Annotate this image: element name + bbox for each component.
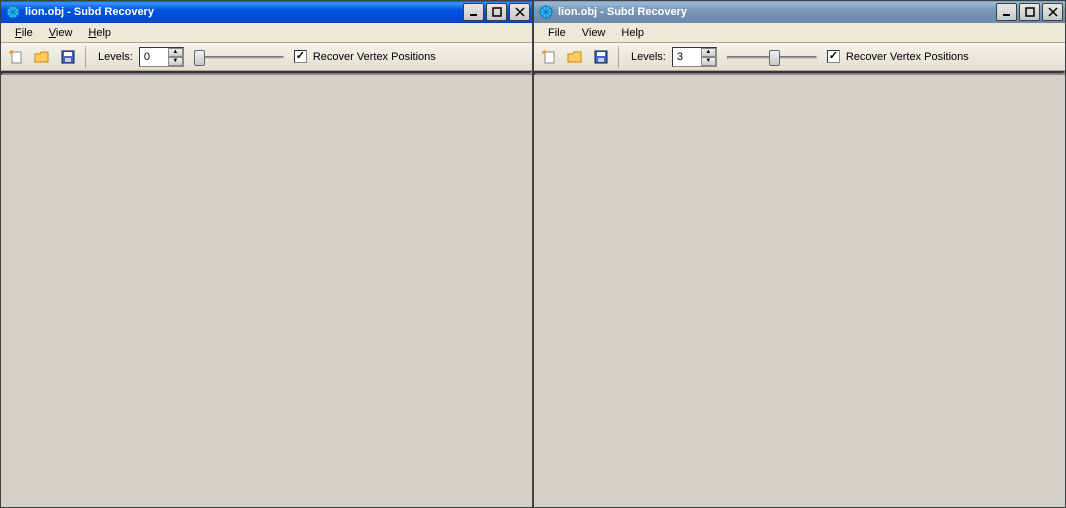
window-title: lion.obj - Subd Recovery — [25, 6, 463, 18]
app-icon — [538, 4, 554, 20]
levels-slider[interactable] — [727, 47, 817, 67]
toolbar-separator — [85, 46, 86, 68]
toolbar: Levels: ▲ ▼ Recover Vertex Positions — [1, 43, 532, 71]
levels-input[interactable] — [673, 48, 701, 66]
disk-icon — [60, 49, 76, 65]
app-window-left: lion.obj - Subd Recovery File View Help … — [0, 0, 533, 508]
app-window-right: lion.obj - Subd Recovery File View Help … — [533, 0, 1066, 508]
viewport-wrap — [1, 71, 532, 507]
levels-up-button[interactable]: ▲ — [168, 48, 183, 57]
folder-icon — [34, 49, 50, 65]
recover-checkbox[interactable] — [827, 50, 840, 63]
open-file-button[interactable] — [564, 46, 586, 68]
toolbar: Levels: ▲ ▼ Recover Vertex Positions — [534, 43, 1065, 71]
window-buttons — [463, 3, 530, 21]
disk-icon — [593, 49, 609, 65]
viewport-wrap — [534, 71, 1065, 507]
levels-spinner[interactable]: ▲ ▼ — [139, 47, 184, 67]
folder-icon — [567, 49, 583, 65]
maximize-button[interactable] — [1019, 3, 1040, 21]
slider-track — [194, 56, 284, 59]
menu-file[interactable]: File — [7, 25, 41, 41]
viewport-3d[interactable] — [534, 71, 1065, 75]
close-button[interactable] — [509, 3, 530, 21]
save-file-button[interactable] — [590, 46, 612, 68]
new-file-button[interactable] — [538, 46, 560, 68]
levels-down-button[interactable]: ▼ — [168, 57, 183, 66]
sparkle-doc-icon — [541, 49, 557, 65]
minimize-button[interactable] — [996, 3, 1017, 21]
window-title: lion.obj - Subd Recovery — [558, 6, 996, 18]
levels-label: Levels: — [625, 51, 668, 63]
window-buttons — [996, 3, 1063, 21]
recover-label: Recover Vertex Positions — [846, 51, 971, 63]
open-file-button[interactable] — [31, 46, 53, 68]
levels-down-button[interactable]: ▼ — [701, 57, 716, 66]
toolbar-separator — [618, 46, 619, 68]
save-file-button[interactable] — [57, 46, 79, 68]
recover-checkbox[interactable] — [294, 50, 307, 63]
maximize-button[interactable] — [486, 3, 507, 21]
levels-up-button[interactable]: ▲ — [701, 48, 716, 57]
minimize-button[interactable] — [463, 3, 484, 21]
menu-file[interactable]: File — [540, 25, 574, 41]
levels-input[interactable] — [140, 48, 168, 66]
menu-view[interactable]: View — [41, 25, 81, 41]
menu-help[interactable]: Help — [80, 25, 119, 41]
viewport-3d[interactable] — [1, 71, 532, 75]
menu-help[interactable]: Help — [613, 25, 652, 41]
slider-thumb[interactable] — [194, 50, 205, 66]
levels-slider[interactable] — [194, 47, 284, 67]
menubar: File View Help — [1, 23, 532, 43]
recover-label: Recover Vertex Positions — [313, 51, 438, 63]
menubar: File View Help — [534, 23, 1065, 43]
sparkle-doc-icon — [8, 49, 24, 65]
titlebar[interactable]: lion.obj - Subd Recovery — [1, 1, 532, 23]
levels-spinner[interactable]: ▲ ▼ — [672, 47, 717, 67]
close-button[interactable] — [1042, 3, 1063, 21]
app-icon — [5, 4, 21, 20]
menu-view[interactable]: View — [574, 25, 614, 41]
new-file-button[interactable] — [5, 46, 27, 68]
levels-label: Levels: — [92, 51, 135, 63]
slider-thumb[interactable] — [769, 50, 780, 66]
titlebar[interactable]: lion.obj - Subd Recovery — [534, 1, 1065, 23]
